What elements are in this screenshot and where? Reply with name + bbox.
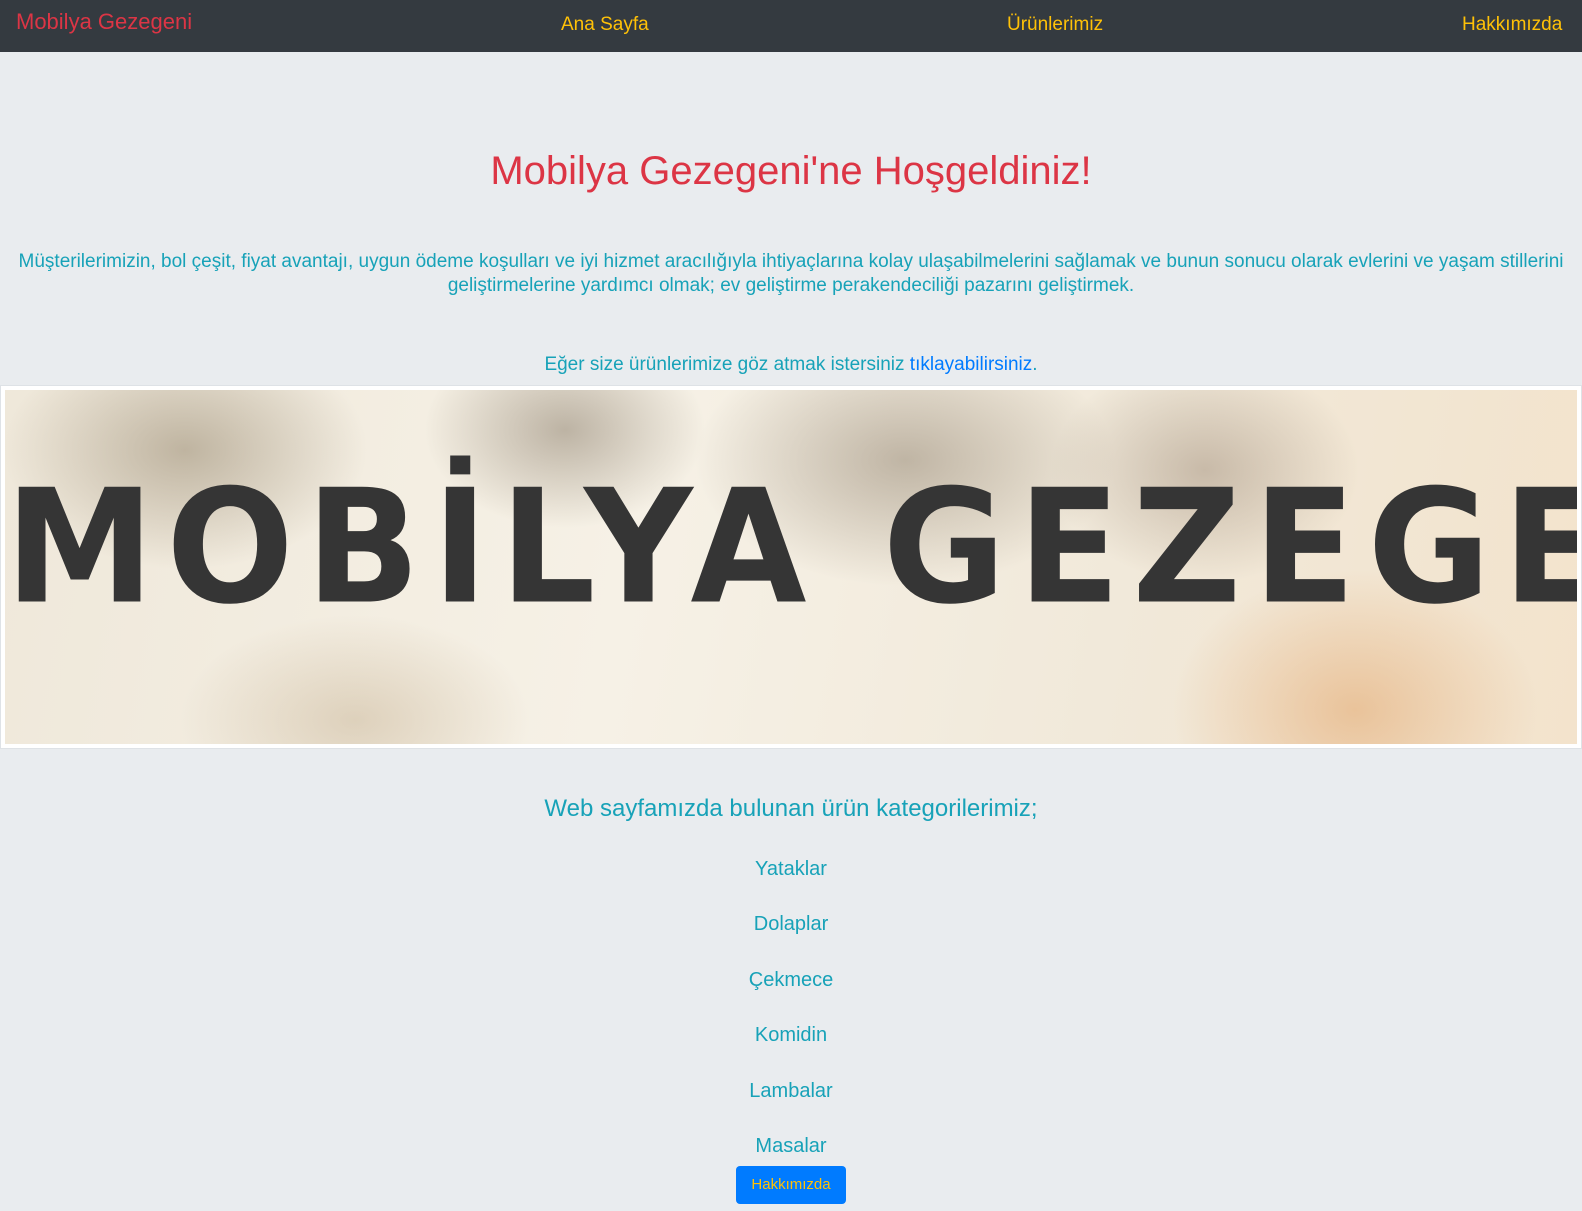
invite-text: Eğer size ürünlerimize göz atmak istersi… [0, 353, 1582, 377]
welcome-heading: Mobilya Gezegeni'ne Hoşgeldiniz! [490, 149, 1092, 193]
nav-link-about[interactable]: Hakkımızda [1462, 13, 1562, 37]
category-item-cekmece: Çekmece [748, 969, 834, 991]
category-item-lambalar: Lambalar [749, 1080, 833, 1102]
category-item-masalar: Masalar [755, 1135, 827, 1157]
invite-suffix: . [1032, 354, 1038, 375]
products-link[interactable]: tıklayabilirsiniz [910, 354, 1032, 375]
nav-link-home[interactable]: Ana Sayfa [561, 13, 649, 37]
invite-prefix: Eğer size ürünlerimize göz atmak istersi… [544, 354, 910, 375]
banner-background: MOBİLYA GEZEGENİ [5, 390, 1577, 744]
banner-logo-text: MOBİLYA GEZEGENİ [5, 456, 1577, 640]
category-item-komidin: Komidin [754, 1024, 828, 1046]
category-item-dolaplar: Dolaplar [753, 913, 829, 935]
navbar: Mobilya Gezegeni Ana Sayfa Ürünlerimiz H… [0, 0, 1582, 52]
category-item-yataklar: Yataklar [755, 858, 827, 880]
banner-image: MOBİLYA GEZEGENİ [0, 385, 1582, 749]
nav-link-products[interactable]: Ürünlerimiz [1007, 13, 1103, 37]
mission-text: Müşterilerimizin, bol çeşit, fiyat avant… [18, 251, 1564, 296]
brand-link[interactable]: Mobilya Gezegeni [16, 8, 192, 36]
about-button[interactable]: Hakkımızda [736, 1166, 846, 1204]
categories-heading: Web sayfamızda bulunan ürün kategorileri… [544, 795, 1038, 822]
